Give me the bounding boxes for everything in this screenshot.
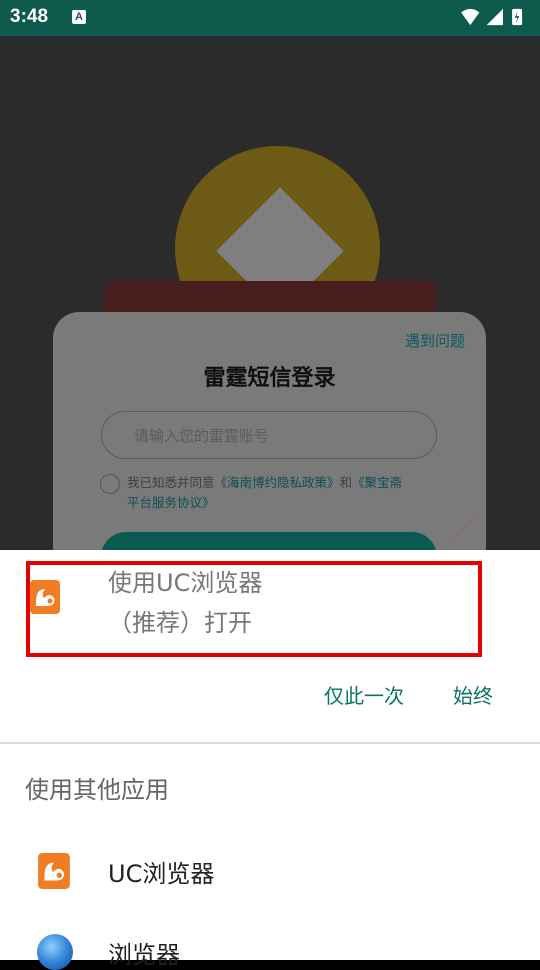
wifi-icon: [461, 8, 480, 26]
open-with-sheet: 使用UC浏览器 （推荐）打开 仅此一次 始终 使用其他应用 UC浏览器 浏览器: [0, 550, 540, 970]
divider: [0, 742, 540, 744]
status-time: 3:48: [10, 6, 49, 27]
account-input[interactable]: 请输入您的雷霆账号: [101, 411, 437, 459]
signal-icon: [486, 8, 503, 26]
help-link[interactable]: 遇到问题: [405, 330, 465, 351]
always-button[interactable]: 始终: [453, 680, 493, 709]
agree-and: 和: [339, 475, 353, 490]
other-apps-label: 使用其他应用: [25, 776, 169, 804]
highlight-box: [26, 561, 482, 657]
browser-globe-icon: [37, 934, 73, 970]
service-link[interactable]: 《聚宝斋: [352, 475, 402, 490]
app-label-browser: 浏览器: [108, 941, 180, 969]
service-link-2[interactable]: 平台服务协议》: [127, 495, 215, 510]
uc-browser-icon: [38, 853, 70, 889]
just-once-button[interactable]: 仅此一次: [324, 680, 404, 709]
privacy-link[interactable]: 《海南博约隐私政策》: [215, 475, 340, 490]
agree-prefix: 我已知悉并同意: [127, 475, 215, 490]
agree-checkbox[interactable]: [100, 474, 120, 494]
deco-ribbon: [443, 502, 488, 552]
status-icons: [461, 8, 523, 26]
status-bar: 3:48 A: [0, 0, 540, 36]
app-label-uc: UC浏览器: [108, 860, 215, 888]
login-title: 雷霆短信登录: [203, 366, 336, 391]
login-card: 遇到问题 雷霆短信登录 请输入您的雷霆账号 我已知悉并同意《海南博约隐私政策》和…: [53, 312, 488, 582]
notification-icon: A: [72, 10, 86, 24]
agree-text: 我已知悉并同意《海南博约隐私政策》和《聚宝斋平台服务协议》: [127, 473, 437, 513]
